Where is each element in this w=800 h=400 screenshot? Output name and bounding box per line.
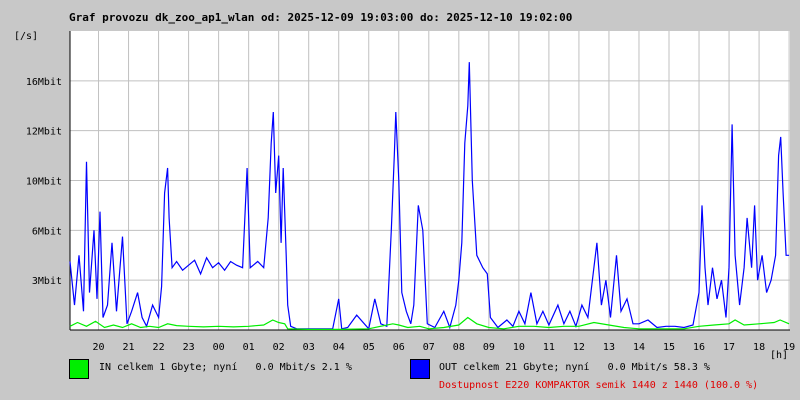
x-tick-label: 06 (393, 342, 405, 353)
x-tick-label: 20 (93, 342, 105, 353)
x-tick-label: 23 (183, 342, 195, 353)
y-tick-label: 6Mbit (32, 226, 62, 237)
x-tick-label: 00 (213, 342, 225, 353)
x-tick-label: 08 (453, 342, 465, 353)
x-tick-label: 19 (783, 342, 795, 353)
y-tick-label: 10Mbit (26, 177, 62, 188)
x-tick-label: 05 (363, 342, 375, 353)
x-tick-label: 14 (633, 342, 645, 353)
in-legend-swatch (69, 359, 89, 379)
x-tick-label: 18 (753, 342, 765, 353)
x-tick-label: 02 (273, 342, 285, 353)
in-legend-label: IN celkem 1 Gbyte; nyní 0.0 Mbit/s 2.1 % (99, 362, 352, 373)
x-tick-label: 09 (483, 342, 495, 353)
x-tick-label: 04 (333, 342, 345, 353)
x-tick-label: 16 (693, 342, 705, 353)
x-tick-label: 12 (573, 342, 585, 353)
availability-text: Dostupnost E220 KOMPAKTOR semik 1440 z 1… (439, 380, 759, 391)
x-tick-label: 22 (153, 342, 165, 353)
y-tick-label: 12Mbit (26, 127, 62, 138)
traffic-chart: 20 21 22 23 00 01 02 03 04 05 06 07 08 09 10 11 12 13 14 15… (26, 31, 795, 353)
x-tick-label: 15 (663, 342, 675, 353)
out-legend-label: OUT celkem 21 Gbyte; nyní 0.0 Mbit/s 58.… (439, 362, 710, 373)
x-tick-label: 13 (603, 342, 615, 353)
out-legend-swatch (410, 359, 430, 379)
x-tick-label: 03 (303, 342, 315, 353)
y-tick-label: 3Mbit (32, 276, 62, 287)
x-tick-label: 07 (423, 342, 435, 353)
x-tick-label: 11 (543, 342, 555, 353)
x-tick-label: 17 (723, 342, 735, 353)
x-tick-label: 01 (243, 342, 255, 353)
x-tick-label: 10 (513, 342, 525, 353)
y-tick-label: 16Mbit (26, 77, 62, 88)
x-tick-label: 21 (123, 342, 135, 353)
